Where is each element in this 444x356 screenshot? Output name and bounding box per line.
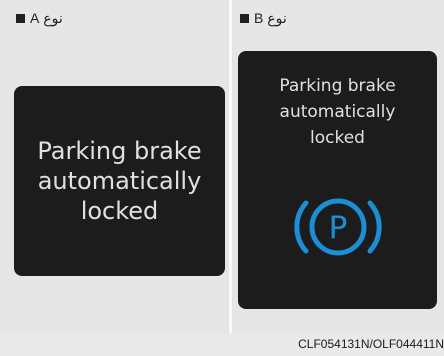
type-b-message: Parking brake automatically locked [238, 73, 437, 151]
bullet-square-icon [240, 14, 249, 23]
parking-brake-letter: P [329, 210, 348, 246]
type-b-display-panel: Parking brake automatically locked P [238, 51, 437, 309]
type-a-heading: نوع A [16, 10, 63, 27]
type-a-message-line: Parking brake [37, 137, 202, 165]
type-b-message-line: locked [310, 128, 365, 148]
bullet-square-icon [16, 14, 25, 23]
figure-code: CLF054131N/OLF044411N [298, 337, 444, 351]
type-b-heading: نوع B [240, 10, 287, 27]
parking-brake-icon: P [294, 198, 382, 256]
type-a-display-panel: Parking brake automatically locked [14, 86, 225, 276]
type-b-label: نوع B [254, 10, 287, 26]
type-a-label: نوع A [30, 10, 63, 26]
type-a-message-line: locked [80, 197, 159, 225]
type-b-column: نوع B Parking brake automatically locked… [232, 0, 444, 333]
type-b-message-line: Parking brake [279, 76, 396, 96]
type-a-column: نوع A Parking brake automatically locked [0, 0, 229, 333]
type-a-message-line: automatically [37, 167, 202, 195]
type-b-message-line: automatically [279, 102, 396, 122]
type-a-message: Parking brake automatically locked [30, 136, 210, 226]
